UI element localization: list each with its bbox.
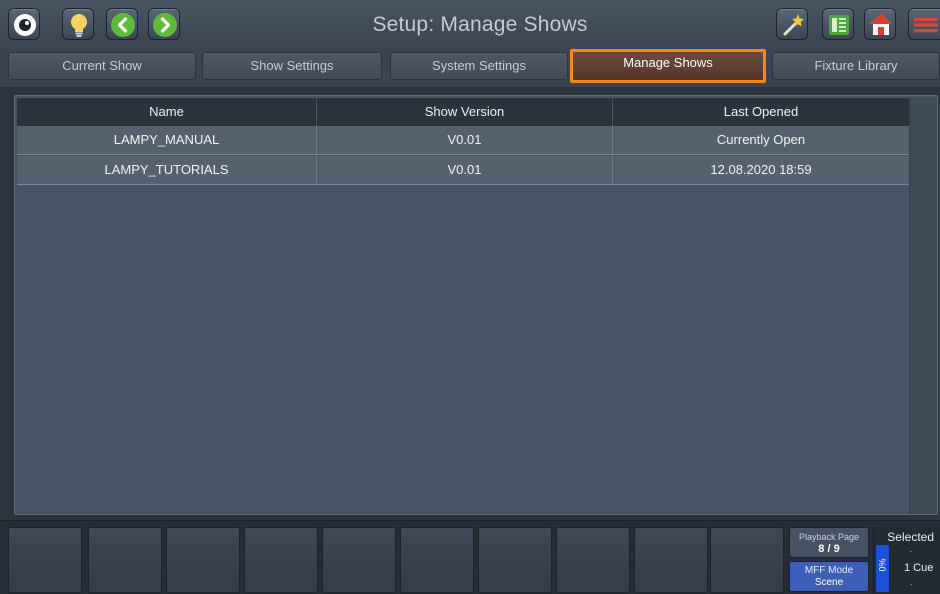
chevron-right-icon: [153, 13, 177, 37]
playback-page-button[interactable]: Playback Page 8 / 9: [789, 527, 869, 558]
eye-button[interactable]: [8, 8, 40, 40]
column-header-last-opened[interactable]: Last Opened: [613, 98, 909, 126]
selected-cue: 1 Cue: [904, 562, 934, 574]
tab-system-settings[interactable]: System Settings: [390, 52, 568, 80]
selected-panel[interactable]: Selected 0% - 1 Cue -: [873, 527, 940, 594]
magic-wand-icon: [783, 14, 804, 36]
playback-slot[interactable]: [478, 527, 552, 593]
shows-table-panel: Name Show Version Last Opened LAMPY_MANU…: [14, 95, 938, 515]
magic-wand-button[interactable]: [776, 8, 808, 40]
selected-bottom-value: -: [910, 580, 913, 589]
mff-mode-value: Scene: [814, 577, 844, 588]
mff-mode-button[interactable]: MFF Mode Scene: [789, 561, 869, 592]
app-window: Setup: Manage Shows Current Show Show Se…: [0, 0, 940, 594]
tab-bar: Current Show Show Settings System Settin…: [0, 47, 940, 87]
table-header: Name Show Version Last Opened: [17, 98, 909, 126]
header-bar: Setup: Manage Shows: [0, 0, 940, 47]
playback-slot[interactable]: [88, 527, 162, 593]
table-row[interactable]: LAMPY_MANUAL V0.01 Currently Open: [17, 126, 909, 155]
level-bar[interactable]: 0%: [876, 545, 889, 592]
chevron-left-icon: [111, 13, 135, 37]
cell-show-version: V0.01: [317, 156, 613, 184]
playback-slot[interactable]: [322, 527, 396, 593]
next-button[interactable]: [148, 8, 180, 40]
playback-slot[interactable]: [166, 527, 240, 593]
playback-slot[interactable]: [244, 527, 318, 593]
table-scrollbar[interactable]: [909, 98, 937, 514]
cell-last-opened: 12.08.2020 18:59: [710, 162, 812, 177]
playback-page-value: 8 / 9: [818, 543, 840, 555]
eye-icon: [14, 14, 36, 36]
grid-view-icon: [829, 15, 849, 35]
column-header-show-version[interactable]: Show Version: [317, 98, 613, 126]
mff-mode-label: MFF Mode: [804, 565, 854, 576]
selected-label: Selected: [887, 530, 934, 544]
tab-manage-shows[interactable]: Manage Shows: [570, 49, 766, 83]
previous-button[interactable]: [106, 8, 138, 40]
level-label: 0%: [877, 558, 888, 572]
tab-current-show[interactable]: Current Show: [8, 52, 196, 80]
tab-fixture-library[interactable]: Fixture Library: [772, 52, 940, 80]
page-title: Setup: Manage Shows: [372, 13, 588, 36]
playback-slot[interactable]: [556, 527, 630, 593]
menu-button[interactable]: [908, 8, 940, 40]
home-icon: [870, 14, 892, 35]
selected-top-value: -: [910, 547, 913, 556]
menu-icon: [913, 17, 938, 33]
playback-page-label: Playback Page: [798, 532, 860, 542]
grid-view-button[interactable]: [822, 8, 854, 40]
lightbulb-button[interactable]: [62, 8, 94, 40]
home-button[interactable]: [864, 8, 896, 40]
tab-show-settings[interactable]: Show Settings: [202, 52, 382, 80]
cell-name: LAMPY_TUTORIALS: [17, 156, 317, 184]
playback-slot[interactable]: [710, 527, 784, 593]
cell-name: LAMPY_MANUAL: [17, 126, 317, 154]
playback-slot[interactable]: [8, 527, 82, 593]
lightbulb-icon: [71, 14, 87, 37]
cell-show-version: V0.01: [317, 126, 613, 154]
table-row[interactable]: LAMPY_TUTORIALS V0.01 12.08.2020 18:59: [17, 156, 909, 185]
playback-slot[interactable]: [400, 527, 474, 593]
column-header-name[interactable]: Name: [17, 98, 317, 126]
cell-last-opened: Currently Open: [716, 132, 806, 147]
playback-slot[interactable]: [634, 527, 708, 593]
